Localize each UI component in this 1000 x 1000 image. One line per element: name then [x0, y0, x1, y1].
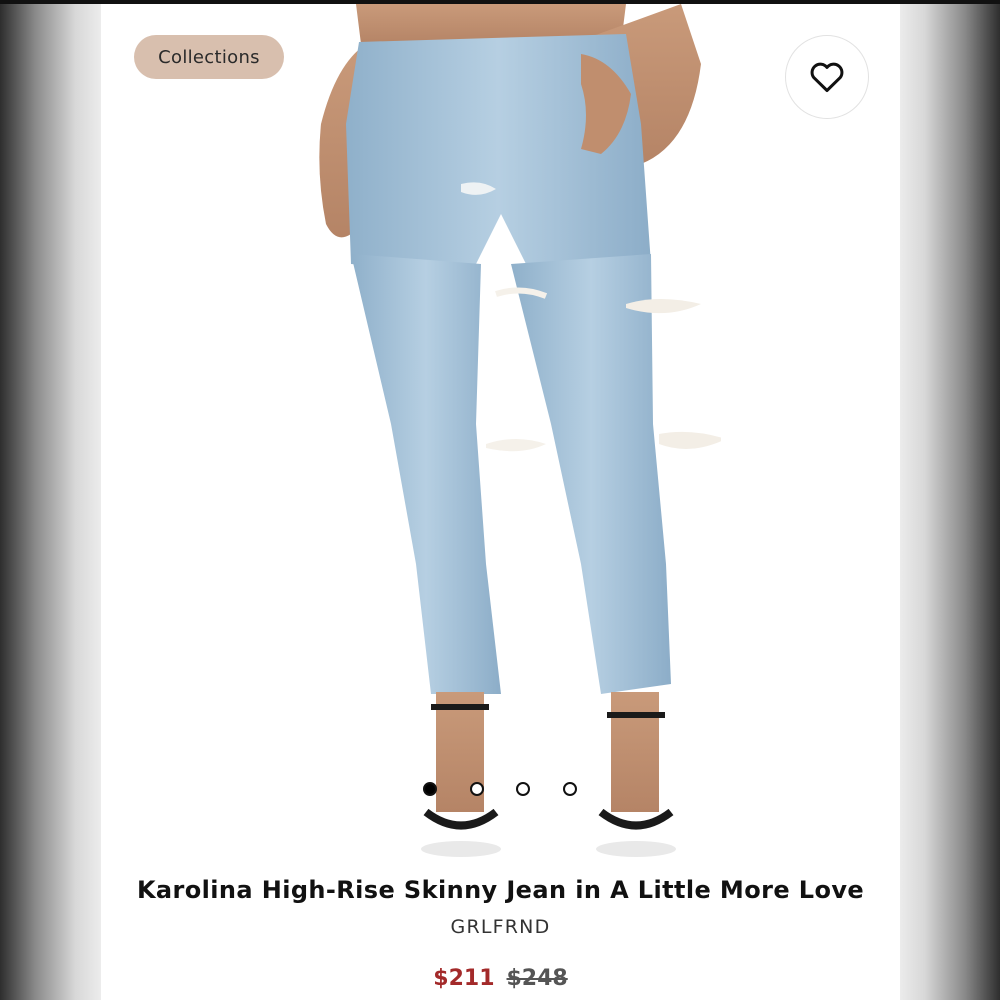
product-image[interactable] [281, 4, 721, 864]
product-title[interactable]: Karolina High-Rise Skinny Jean in A Litt… [101, 876, 900, 904]
carousel-dot-4[interactable] [563, 782, 577, 796]
carousel-dot-3[interactable] [516, 782, 530, 796]
left-backdrop [0, 4, 101, 1000]
collections-button[interactable]: Collections [134, 35, 284, 79]
price-row: $211 $248 [101, 966, 900, 991]
heart-outline-icon [810, 62, 844, 92]
carousel-dot-1[interactable] [423, 782, 437, 796]
sale-price: $211 [433, 966, 495, 991]
product-brand[interactable]: GRLFRND [101, 916, 900, 938]
favorite-button[interactable] [785, 35, 869, 119]
original-price: $248 [506, 966, 568, 991]
carousel-dot-2[interactable] [470, 782, 484, 796]
collections-label: Collections [158, 46, 260, 68]
carousel-indicators [101, 782, 900, 804]
product-card: Collections Karolina High-Rise Skinny Je… [101, 4, 900, 1000]
right-backdrop [899, 4, 1000, 1000]
